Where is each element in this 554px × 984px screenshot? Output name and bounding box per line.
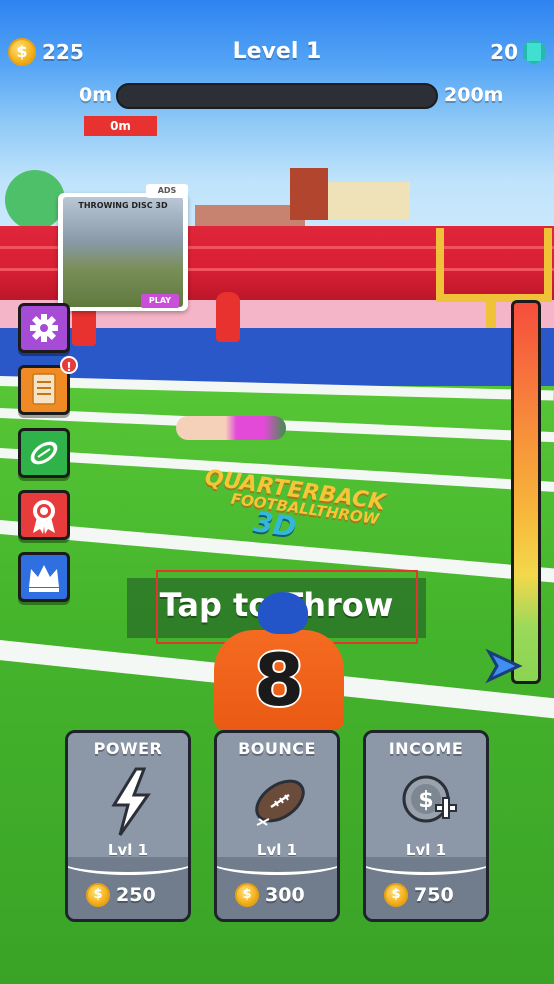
upgrade-level: Lvl 1	[107, 841, 149, 859]
gear-icon	[30, 314, 58, 342]
upgrade-price: 300	[265, 884, 305, 906]
quarterback-helmet	[258, 592, 308, 634]
diving-receiver	[176, 416, 286, 440]
upgrade-price: 750	[414, 884, 454, 906]
notification-badge: !	[60, 356, 78, 374]
current-distance-badge: 0m	[84, 116, 157, 136]
upgrade-title: BOUNCE	[238, 739, 316, 758]
coin-icon: $	[86, 883, 110, 907]
lightning-icon	[111, 767, 151, 836]
svg-text:$: $	[418, 788, 433, 813]
ad-title: THROWING DISC 3D	[78, 201, 168, 210]
ribbon-icon	[33, 500, 55, 534]
upgrade-level: Lvl 1	[256, 841, 298, 859]
settings-button[interactable]	[18, 303, 70, 353]
upgrade-title: POWER	[93, 739, 163, 758]
crown-icon	[29, 565, 59, 592]
income-upgrade-card[interactable]: INCOME $ Lvl 1 $ 750	[363, 730, 489, 922]
upgrade-title: INCOME	[388, 739, 464, 758]
coin-icon: $	[235, 883, 259, 907]
level-title: Level 1	[232, 39, 322, 64]
meter-pointer-icon	[485, 648, 523, 684]
vip-button[interactable]	[18, 552, 70, 602]
ad-play-button[interactable]: PLAY	[141, 294, 179, 308]
stadium-building	[195, 205, 305, 227]
ad-tag: ADS	[146, 184, 188, 198]
ad-preview-image	[63, 197, 183, 307]
throw-power-meter	[511, 300, 541, 684]
upgrade-level: Lvl 1	[405, 841, 447, 859]
referee-figure	[216, 292, 240, 342]
rewards-button[interactable]	[18, 490, 70, 540]
upgrade-price: 250	[116, 884, 156, 906]
coin-plus-icon: $	[402, 775, 457, 823]
distance-progress-bar	[116, 83, 438, 109]
power-upgrade-card[interactable]: POWER Lvl 1 $ 250	[65, 730, 191, 922]
stadium-building	[290, 168, 328, 220]
goalpost	[544, 228, 552, 300]
coin-count: 225	[42, 40, 84, 64]
clipboard-icon	[32, 373, 56, 405]
goalpost	[436, 228, 444, 300]
coin-icon: $	[8, 38, 36, 66]
balls-button[interactable]	[18, 428, 70, 478]
bounce-upgrade-card[interactable]: BOUNCE Lvl 1 $ 300	[214, 730, 340, 922]
football-icon	[255, 779, 305, 826]
jersey-number: 8	[253, 638, 305, 722]
stadium-building	[315, 182, 410, 220]
coin-icon: $	[384, 883, 408, 907]
distance-start-label: 0m	[78, 84, 112, 106]
distance-end-label: 200m	[444, 84, 504, 106]
football-icon	[30, 441, 58, 465]
gem-count: 20	[490, 40, 518, 64]
stadium-tree	[5, 170, 65, 230]
tasks-button[interactable]	[18, 365, 70, 415]
